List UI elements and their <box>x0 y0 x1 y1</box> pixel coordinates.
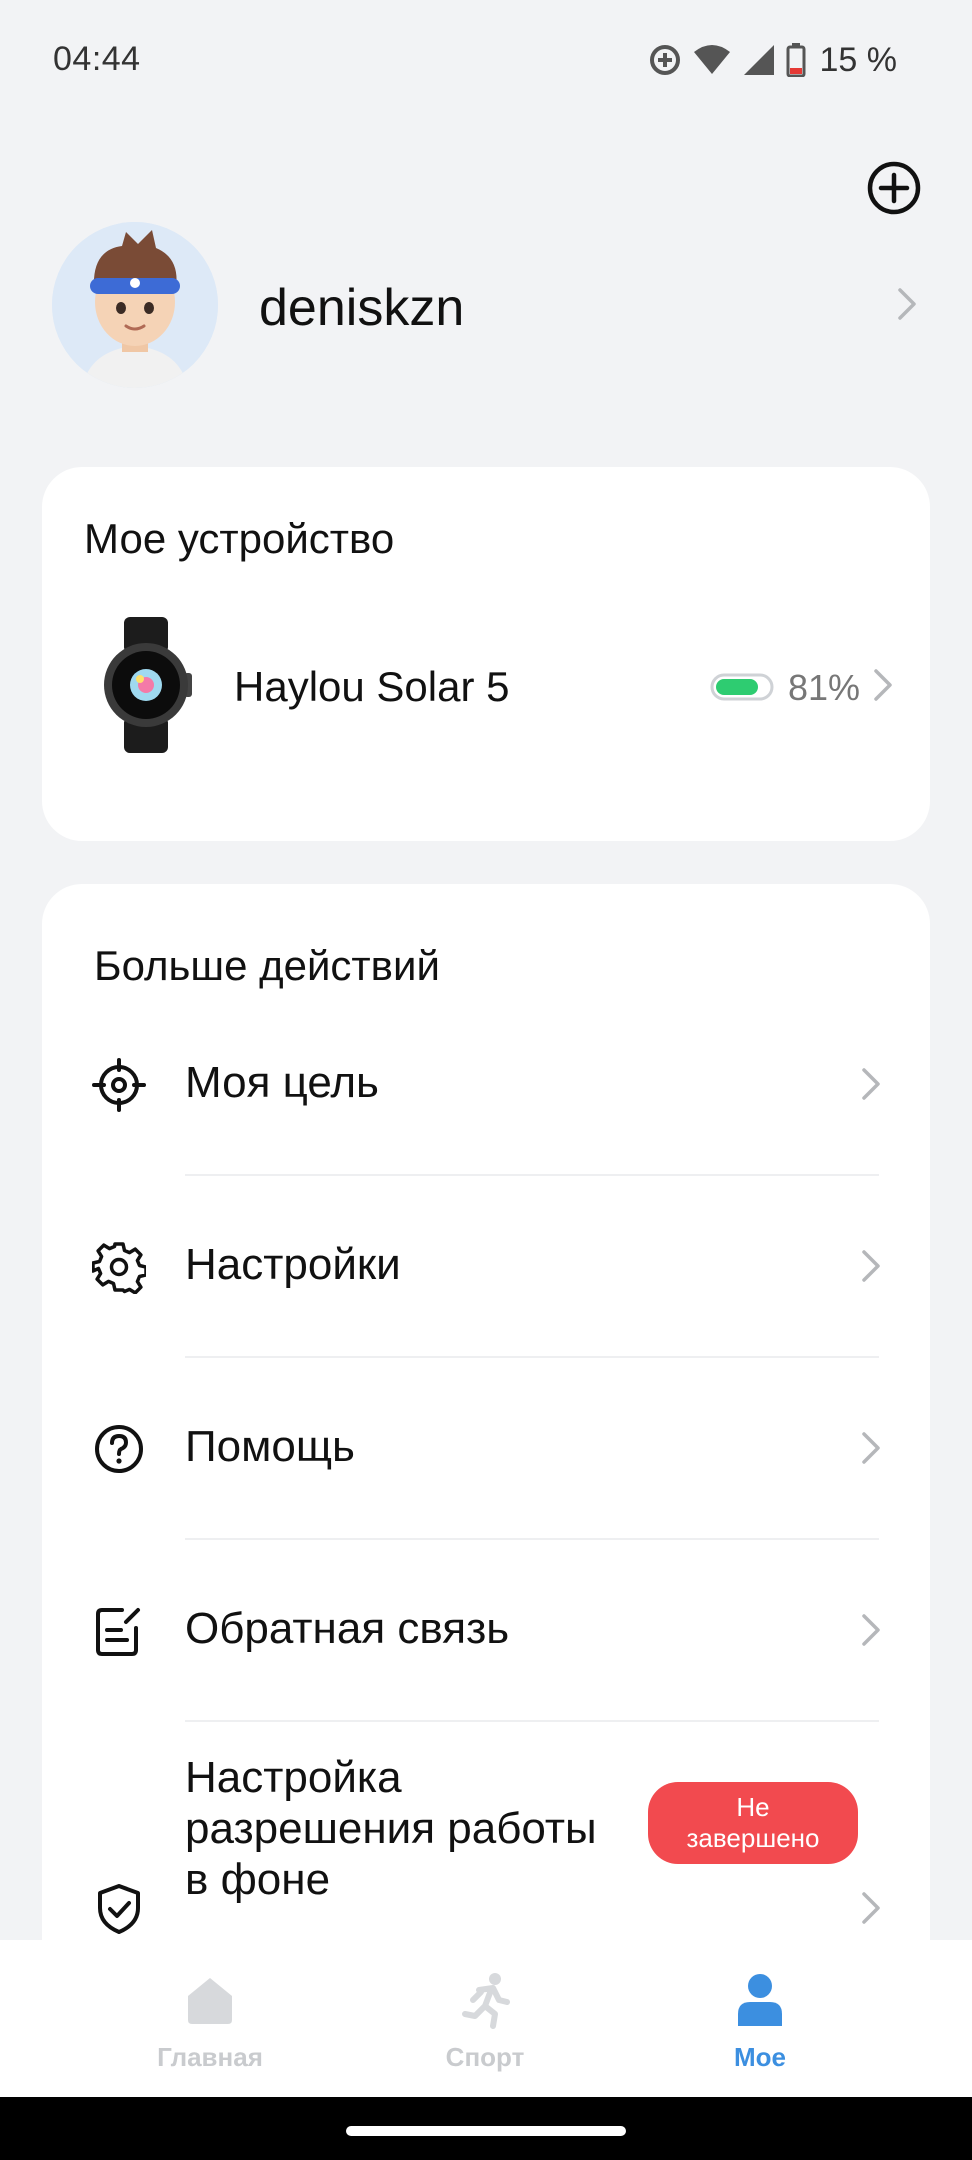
nav-sport[interactable]: Спорт <box>385 1940 585 2097</box>
gear-icon <box>92 1242 146 1294</box>
nav-label: Главная <box>157 2042 263 2072</box>
chevron-right-icon <box>862 1068 880 1100</box>
chevron-right-icon <box>862 1250 880 1282</box>
menu-item-feedback[interactable]: Обратная связь <box>42 1540 930 1722</box>
signal-icon <box>743 45 774 75</box>
menu-item-my-goal[interactable]: Моя цель <box>42 994 930 1176</box>
home-icon <box>188 1978 232 2024</box>
status-icons: 15 % <box>648 38 898 82</box>
home-gesture-handle[interactable] <box>346 2126 626 2136</box>
bottom-navigation: Главная Спорт Мое <box>0 1940 972 2097</box>
device-name: Haylou Solar 5 <box>234 663 510 710</box>
add-device-button[interactable] <box>866 160 922 216</box>
profile-row[interactable]: deniskzn <box>52 222 922 388</box>
chevron-right-icon <box>898 288 916 320</box>
status-time: 04:44 <box>53 40 141 78</box>
nav-label: Спорт <box>445 2042 525 2072</box>
nav-label: Мое <box>734 2042 786 2072</box>
chevron-right-icon <box>874 669 892 701</box>
plus-circle-icon <box>867 161 921 215</box>
chevron-right-icon <box>862 1614 880 1646</box>
status-badge: Не завершено <box>648 1782 858 1864</box>
wifi-icon <box>693 45 730 74</box>
sync-icon <box>649 45 680 75</box>
device-battery-percent: 81% <box>788 667 861 708</box>
battery-percentage: 15 % <box>819 40 898 79</box>
menu-label: Настройка разрешения работы в фоне <box>185 1753 597 1904</box>
nav-mine[interactable]: Мое <box>660 1940 860 2097</box>
avatar[interactable] <box>52 222 218 388</box>
chevron-right-icon <box>862 1432 880 1464</box>
avatar-illustration <box>52 222 218 388</box>
menu-item-help[interactable]: Помощь <box>42 1358 930 1540</box>
running-icon <box>462 1973 510 2029</box>
person-icon <box>738 1974 782 2026</box>
device-battery-icon <box>710 673 774 701</box>
smartwatch-image <box>104 617 192 753</box>
status-bar: 04:44 15 % <box>0 0 972 120</box>
my-device-title: Мое устройство <box>84 515 395 562</box>
question-circle-icon <box>95 1425 143 1473</box>
system-gesture-bar <box>0 2097 972 2160</box>
nav-home[interactable]: Главная <box>110 1940 310 2097</box>
menu-label: Моя цель <box>185 1058 379 1107</box>
feedback-icon <box>96 1608 140 1656</box>
divider <box>185 1720 879 1722</box>
device-row[interactable]: Haylou Solar 5 81% <box>42 617 930 757</box>
chevron-right-icon <box>862 1892 880 1924</box>
shield-check-icon <box>98 1884 140 1934</box>
username: deniskzn <box>259 279 465 337</box>
my-device-card: Мое устройство Haylou Solar 5 81% <box>42 467 930 841</box>
menu-label: Обратная связь <box>185 1604 510 1653</box>
menu-label: Настройки <box>185 1240 401 1289</box>
menu-item-settings[interactable]: Настройки <box>42 1176 930 1358</box>
more-actions-title: Больше действий <box>94 942 440 989</box>
target-icon <box>92 1058 146 1112</box>
battery-icon <box>786 43 805 77</box>
menu-label: Помощь <box>185 1422 355 1471</box>
